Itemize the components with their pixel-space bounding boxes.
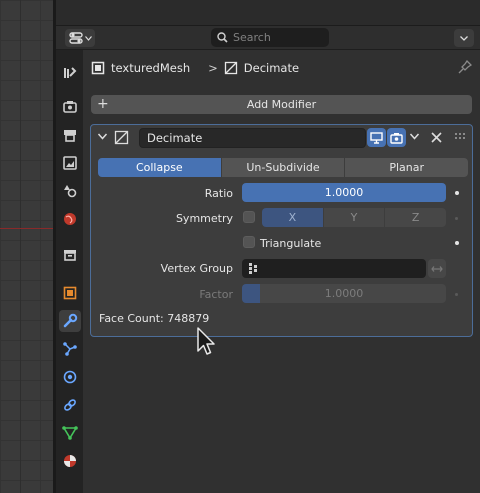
tab-view-layer[interactable] [59,152,81,174]
tab-modifiers[interactable] [59,310,81,332]
render-icon [63,101,77,113]
grid-line [20,0,21,493]
tool-icon [64,67,77,78]
chevron-down-icon[interactable] [97,131,108,142]
triangulate-checkbox[interactable] [243,236,255,248]
constraints-icon [64,399,76,411]
decimate-icon [224,61,237,75]
chevron-down-icon [460,35,468,41]
factor-slider-fill [242,284,260,303]
material-icon [64,455,76,467]
tab-world[interactable] [59,208,81,230]
mouse-cursor-icon [197,327,215,355]
camera-icon [390,132,403,144]
breadcrumb-separator: > [208,61,218,75]
tab-scene[interactable] [59,180,81,202]
breadcrumb-modifier: Decimate [243,61,300,75]
tab-constraints[interactable] [59,394,81,416]
collection-icon [64,250,76,261]
editor-type-button[interactable] [65,29,95,47]
symmetry-label: Symmetry [175,212,233,225]
mode-unsubdivide[interactable]: Un-Subdivide [221,158,346,177]
modifier-name-field[interactable]: Decimate [139,128,366,148]
ratio-slider[interactable]: 1.0000 [242,183,446,202]
factor-value: 1.0000 [324,287,364,300]
properties-header [56,26,480,50]
ratio-label: Ratio [204,187,233,200]
breadcrumb-object: texturedMesh [111,61,191,75]
data-icon [62,426,78,440]
render-toggle[interactable] [387,128,406,147]
header-dropdown-button[interactable] [454,29,474,47]
keyframe-dot-icon[interactable] [455,241,459,245]
face-count-text: Face Count: 748879 [99,312,210,325]
search-input[interactable] [233,31,313,44]
invert-vertex-group-button[interactable] [428,259,446,278]
keyframe-dot-icon[interactable] [455,293,458,296]
chevron-down-icon[interactable] [409,131,420,142]
mode-collapse[interactable]: Collapse [98,158,222,177]
add-modifier-label: Add Modifier [246,98,317,111]
object-icon [63,286,77,300]
world-icon [64,213,76,225]
keyframe-dot-icon[interactable] [455,217,458,220]
decimate-mode-selector: Collapse Un-Subdivide Planar [98,158,468,177]
realtime-toggle[interactable] [367,128,386,147]
vertex-group-field[interactable] [242,259,426,278]
viewport-3d[interactable] [0,0,54,493]
tab-data[interactable] [59,422,81,444]
close-icon[interactable] [431,132,442,143]
tab-collection[interactable] [59,244,81,266]
pin-icon[interactable] [458,60,472,74]
object-icon [91,61,105,75]
decimate-icon [114,130,129,145]
properties-tabs [56,50,83,493]
decimate-modifier-panel: Decimate Collapse Un-Subdivide Planar Ra… [90,124,473,337]
view-layer-icon [63,156,77,170]
properties-panel: texturedMesh > Decimate + Add Modifier D… [83,50,480,493]
keyframe-dot-icon[interactable] [455,191,459,195]
search-field[interactable] [211,28,329,47]
physics-icon [63,370,77,384]
axis-z[interactable]: Z [385,208,446,227]
tab-output[interactable] [59,124,81,146]
arrows-horizontal-icon [431,265,443,272]
properties-editor-icon [68,32,83,44]
breadcrumb: texturedMesh > Decimate [91,58,299,78]
tab-physics[interactable] [59,366,81,388]
x-axis-line [0,228,54,229]
symmetry-axis-selector: X Y Z [262,208,446,227]
output-icon [64,130,76,142]
symmetry-checkbox[interactable] [243,211,255,223]
triangulate-label[interactable]: Triangulate [260,237,321,250]
vertex-group-label: Vertex Group [160,262,233,275]
tab-particles[interactable] [59,338,81,360]
mode-planar[interactable]: Planar [345,158,468,177]
tab-render[interactable] [59,96,81,118]
ratio-value: 1.0000 [324,186,364,199]
modifier-header: Decimate [91,125,472,151]
search-icon [217,32,228,43]
vertex-group-icon [249,263,257,274]
plus-icon: + [97,96,109,112]
factor-label: Factor [199,288,233,301]
add-modifier-button[interactable]: + Add Modifier [91,95,472,114]
particles-icon [63,342,77,356]
chevron-down-icon [84,35,92,41]
tab-material[interactable] [59,450,81,472]
scene-icon [64,185,77,198]
tab-tool[interactable] [59,62,81,84]
factor-slider[interactable]: 1.0000 [242,284,446,303]
drag-handle-icon[interactable] [455,133,467,141]
axis-y[interactable]: Y [323,208,386,227]
axis-x[interactable]: X [262,208,324,227]
tab-object[interactable] [59,282,81,304]
monitor-icon [370,131,383,144]
modifier-icon [63,313,78,328]
top-header [56,0,480,26]
